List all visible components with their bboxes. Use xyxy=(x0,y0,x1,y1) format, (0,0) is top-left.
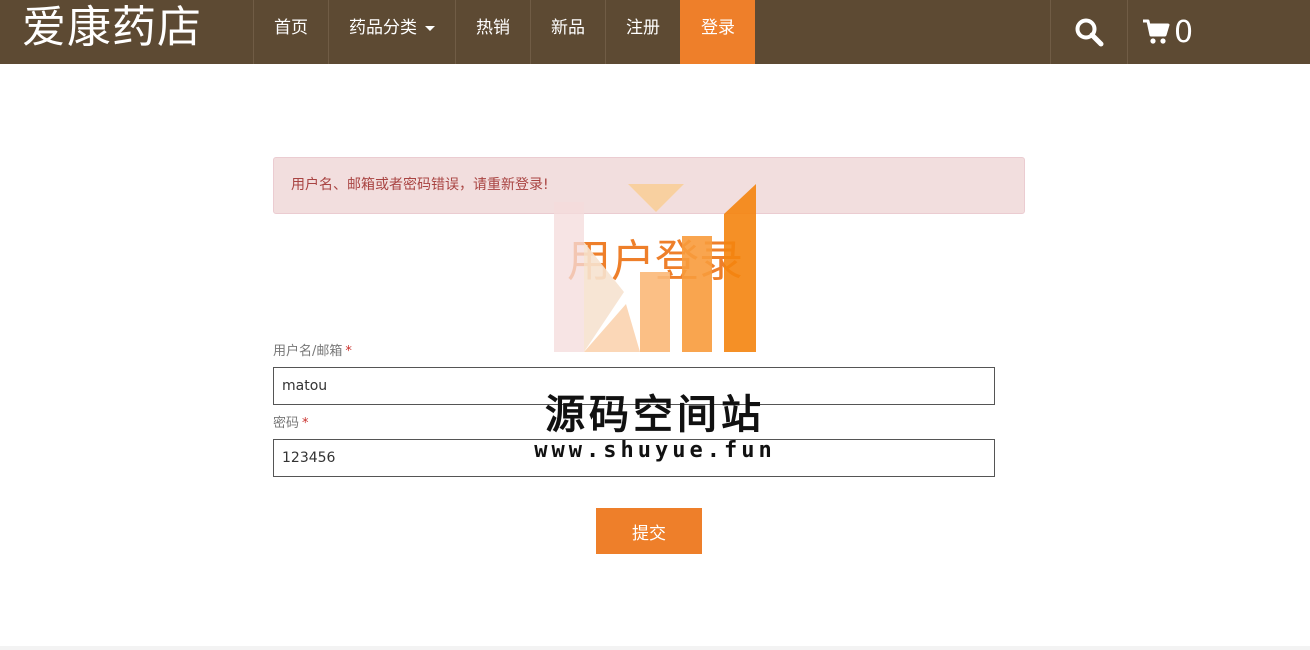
nav-item-label: 热销 xyxy=(476,18,510,38)
nav-item-register[interactable]: 注册 xyxy=(605,0,680,64)
nav-item-label: 登录 xyxy=(701,18,735,38)
submit-button[interactable]: 提交 xyxy=(596,508,702,554)
nav-right: 0 xyxy=(1050,0,1307,64)
caret-down-icon xyxy=(425,25,435,31)
nav-item-new[interactable]: 新品 xyxy=(530,0,605,64)
cart-count: 0 xyxy=(1174,14,1194,50)
nav-item-label: 新品 xyxy=(551,18,585,38)
cart-icon xyxy=(1143,19,1170,44)
nav-item-hot[interactable]: 热销 xyxy=(455,0,530,64)
cart-button[interactable]: 0 xyxy=(1127,0,1307,64)
watermark-name: 源码空间站 xyxy=(545,391,765,438)
main-nav: 首页 药品分类 热销 新品 注册 登录 xyxy=(253,0,755,64)
error-message: 用户名、邮箱或者密码错误，请重新登录! xyxy=(291,177,549,193)
nav-item-login[interactable]: 登录 xyxy=(680,0,755,64)
required-mark: * xyxy=(345,344,352,359)
watermark-logo xyxy=(554,184,756,352)
top-navbar: 爱康药店 首页 药品分类 热销 新品 注册 登录 0 xyxy=(0,0,1310,64)
watermark-url: www.shuyue.fun xyxy=(534,438,776,463)
search-button[interactable] xyxy=(1050,0,1127,64)
nav-item-categories[interactable]: 药品分类 xyxy=(328,0,455,64)
search-icon xyxy=(1075,18,1104,47)
nav-item-label: 注册 xyxy=(626,18,660,38)
nav-item-label: 首页 xyxy=(274,18,308,38)
brand-logo[interactable]: 爱康药店 xyxy=(22,0,202,64)
nav-item-home[interactable]: 首页 xyxy=(253,0,328,64)
username-label-text: 用户名/邮箱 xyxy=(273,344,343,359)
nav-item-label: 药品分类 xyxy=(349,18,417,38)
footer-divider xyxy=(0,646,1310,650)
